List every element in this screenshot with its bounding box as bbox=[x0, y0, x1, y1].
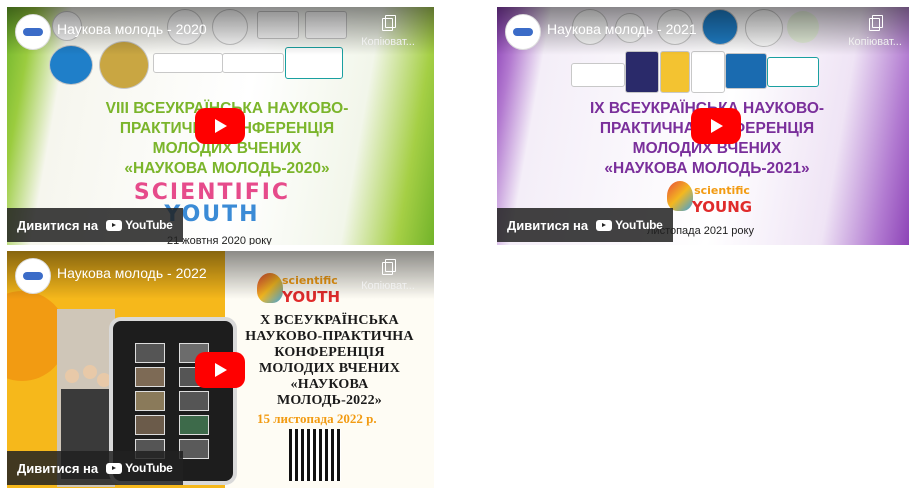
partner-logo bbox=[691, 51, 725, 93]
qr-code bbox=[289, 429, 341, 481]
copy-link-icon bbox=[382, 259, 396, 275]
event-date: 21 жовтня 2020 року bbox=[167, 235, 272, 245]
copy-link-icon bbox=[869, 15, 883, 31]
event-date: 15 листопада 2022 р. bbox=[257, 411, 377, 426]
youtube-logo-icon bbox=[596, 219, 613, 231]
watch-on-youtube-button[interactable]: Дивитися на YouTube bbox=[7, 208, 183, 242]
partner-logo bbox=[153, 53, 223, 73]
play-icon[interactable] bbox=[195, 352, 245, 388]
video-embed-2021[interactable]: IX ВСЕУКРАЇНСЬКА НАУКОВО- ПРАКТИЧНА КОНФ… bbox=[497, 7, 909, 245]
partner-logo bbox=[571, 63, 625, 87]
video-title[interactable]: Наукова молодь - 2021 bbox=[547, 21, 697, 37]
watch-on-youtube-button[interactable]: Дивитися на YouTube bbox=[7, 451, 183, 485]
copy-link-button[interactable]: Копіюват... bbox=[359, 15, 417, 48]
partner-logo bbox=[222, 53, 284, 73]
youtube-logo-icon bbox=[106, 219, 123, 231]
watch-on-youtube-button[interactable]: Дивитися на YouTube bbox=[497, 208, 673, 242]
channel-avatar-icon[interactable] bbox=[15, 258, 51, 294]
copy-link-icon bbox=[382, 15, 396, 31]
copy-link-button[interactable]: Копіюват... bbox=[359, 259, 417, 292]
partner-logo bbox=[725, 53, 767, 89]
video-embed-2022[interactable]: scientific YOUTH X ВСЕУКРАЇНСЬКА НАУКОВО… bbox=[7, 251, 434, 488]
copy-link-button[interactable]: Копіюват... bbox=[846, 15, 904, 48]
scientific-young-logo: scientific YOUNG bbox=[691, 184, 753, 216]
partner-logo bbox=[660, 51, 690, 93]
partner-logo bbox=[767, 57, 819, 87]
video-title[interactable]: Наукова молодь - 2020 bbox=[57, 21, 207, 37]
video-embed-2020[interactable]: VIII ВСЕУКРАЇНСЬКА НАУКОВО- ПРАКТИЧНА КО… bbox=[7, 7, 434, 245]
play-icon[interactable] bbox=[691, 108, 741, 144]
video-title[interactable]: Наукова молодь - 2022 bbox=[57, 265, 207, 281]
channel-avatar-icon[interactable] bbox=[15, 14, 51, 50]
play-icon[interactable] bbox=[195, 108, 245, 144]
partner-logo bbox=[625, 51, 659, 93]
channel-avatar-icon[interactable] bbox=[505, 14, 541, 50]
youtube-logo-icon bbox=[106, 462, 123, 474]
conference-heading: X ВСЕУКРАЇНСЬКА НАУКОВО-ПРАКТИЧНА КОНФЕР… bbox=[245, 313, 414, 408]
